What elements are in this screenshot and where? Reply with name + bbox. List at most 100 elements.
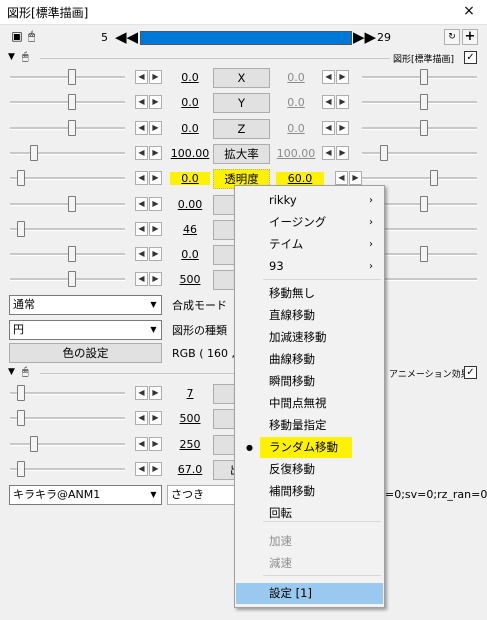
- menu-item[interactable]: 設定 [1]: [236, 583, 383, 604]
- start-value[interactable]: 500: [170, 273, 210, 286]
- slider-track[interactable]: [10, 151, 125, 155]
- blend-mode-select[interactable]: 通常 ▼: [9, 295, 162, 315]
- menu-item[interactable]: 曲線移動: [236, 349, 383, 370]
- collapse-icon[interactable]: ▼: [8, 367, 15, 377]
- increment-button[interactable]: ▶: [149, 145, 162, 160]
- menu-item[interactable]: 移動量指定: [236, 415, 383, 436]
- increment-button[interactable]: ▶: [336, 145, 349, 160]
- decrement-button[interactable]: ◀: [135, 247, 148, 262]
- start-value[interactable]: 7: [170, 387, 210, 400]
- menu-item[interactable]: テイム ›: [236, 234, 383, 255]
- animation-select[interactable]: キラキラ@ANM1 ▼: [9, 485, 162, 505]
- slider-thumb[interactable]: [17, 220, 25, 237]
- next-keyframe-icon[interactable]: ▶▶: [353, 28, 376, 46]
- menu-item[interactable]: rikky ›: [236, 190, 383, 211]
- color-settings-button[interactable]: 色の設定: [9, 343, 162, 363]
- start-value[interactable]: 0.00: [170, 198, 210, 211]
- slider-thumb[interactable]: [30, 435, 38, 452]
- animation-param-field[interactable]: さつき: [167, 485, 237, 505]
- decrement-button[interactable]: ◀: [135, 196, 148, 211]
- start-value[interactable]: 500: [170, 412, 210, 425]
- section-checkbox[interactable]: ✓: [464, 51, 477, 64]
- slider-thumb[interactable]: [420, 246, 428, 263]
- menu-item[interactable]: 移動無し: [236, 283, 383, 304]
- start-value[interactable]: 0.0: [170, 122, 210, 135]
- slider-thumb[interactable]: [68, 119, 76, 136]
- refresh-icon[interactable]: ↻: [444, 29, 460, 45]
- decrement-button[interactable]: ◀: [135, 272, 148, 287]
- increment-button[interactable]: ▶: [149, 411, 162, 426]
- start-value[interactable]: 67.0: [170, 463, 210, 476]
- slider-thumb[interactable]: [430, 170, 438, 187]
- shape-type-select[interactable]: 円 ▼: [9, 320, 162, 340]
- end-value[interactable]: 0.0: [276, 122, 316, 135]
- collapse-icon[interactable]: ▼: [8, 52, 15, 62]
- decrement-button[interactable]: ◀: [322, 70, 335, 84]
- slider-track[interactable]: [10, 467, 125, 471]
- slider-thumb[interactable]: [17, 385, 25, 401]
- slider-thumb[interactable]: [68, 69, 76, 85]
- menu-item[interactable]: 加減速移動: [236, 327, 383, 348]
- increment-button[interactable]: ▶: [349, 171, 362, 186]
- decrement-button[interactable]: ◀: [135, 436, 148, 451]
- start-value[interactable]: 0.0: [170, 96, 210, 109]
- end-value[interactable]: 100.00: [276, 147, 316, 160]
- slider-thumb[interactable]: [420, 119, 428, 136]
- decrement-button[interactable]: ◀: [135, 221, 148, 236]
- increment-button[interactable]: ▶: [149, 196, 162, 211]
- end-value[interactable]: 60.0: [276, 172, 324, 186]
- end-value[interactable]: 0.0: [276, 96, 316, 109]
- increment-button[interactable]: ▶: [149, 436, 162, 451]
- prev-keyframe-icon[interactable]: ◀◀: [115, 28, 138, 46]
- increment-button[interactable]: ▶: [149, 95, 162, 110]
- decrement-button[interactable]: ◀: [135, 120, 148, 135]
- slider-thumb[interactable]: [17, 170, 25, 187]
- slider-thumb[interactable]: [420, 195, 428, 212]
- increment-button[interactable]: ▶: [149, 272, 162, 287]
- increment-button[interactable]: ▶: [336, 70, 349, 84]
- menu-item[interactable]: イージング ›: [236, 212, 383, 233]
- increment-button[interactable]: ▶: [149, 171, 162, 186]
- start-value[interactable]: 100.00: [170, 147, 210, 160]
- slider-thumb[interactable]: [68, 271, 76, 288]
- camera-icon[interactable]: ▣: [9, 29, 25, 45]
- slider-thumb[interactable]: [30, 144, 38, 161]
- slider-thumb[interactable]: [68, 195, 76, 212]
- start-value[interactable]: 0.0: [170, 71, 210, 84]
- slider-track[interactable]: [362, 177, 477, 181]
- decrement-button[interactable]: ◀: [322, 95, 335, 110]
- menu-item[interactable]: 瞬間移動: [236, 371, 383, 392]
- slider-thumb[interactable]: [380, 144, 388, 161]
- decrement-button[interactable]: ◀: [135, 95, 148, 110]
- slider-thumb[interactable]: [420, 94, 428, 111]
- menu-item[interactable]: 中間点無視: [236, 393, 383, 414]
- param-name-button[interactable]: Z: [213, 118, 270, 139]
- decrement-button[interactable]: ◀: [135, 411, 148, 426]
- decrement-button[interactable]: ◀: [335, 171, 348, 186]
- param-name-button[interactable]: Y: [213, 93, 270, 114]
- timeline-bar[interactable]: [140, 31, 352, 45]
- increment-button[interactable]: ▶: [336, 120, 349, 135]
- increment-button[interactable]: ▶: [336, 95, 349, 110]
- decrement-button[interactable]: ◀: [135, 461, 148, 476]
- slider-track[interactable]: [10, 177, 125, 181]
- add-icon[interactable]: +: [462, 29, 478, 45]
- menu-item[interactable]: 反復移動: [236, 459, 383, 480]
- section-checkbox[interactable]: ✓: [464, 366, 477, 379]
- slider-track[interactable]: [10, 227, 125, 231]
- slider-track[interactable]: [10, 417, 125, 421]
- increment-button[interactable]: ▶: [149, 221, 162, 236]
- start-value[interactable]: 46: [170, 223, 210, 236]
- increment-button[interactable]: ▶: [149, 120, 162, 135]
- decrement-button[interactable]: ◀: [322, 120, 335, 135]
- decrement-button[interactable]: ◀: [135, 386, 148, 400]
- decrement-button[interactable]: ◀: [135, 70, 148, 84]
- decrement-button[interactable]: ◀: [322, 145, 335, 160]
- menu-item[interactable]: 補間移動: [236, 481, 383, 502]
- slider-thumb[interactable]: [68, 94, 76, 111]
- param-name-button[interactable]: X: [213, 68, 270, 88]
- menu-item[interactable]: 93 ›: [236, 256, 383, 277]
- increment-button[interactable]: ▶: [149, 70, 162, 84]
- increment-button[interactable]: ▶: [149, 386, 162, 400]
- slider-thumb[interactable]: [68, 246, 76, 263]
